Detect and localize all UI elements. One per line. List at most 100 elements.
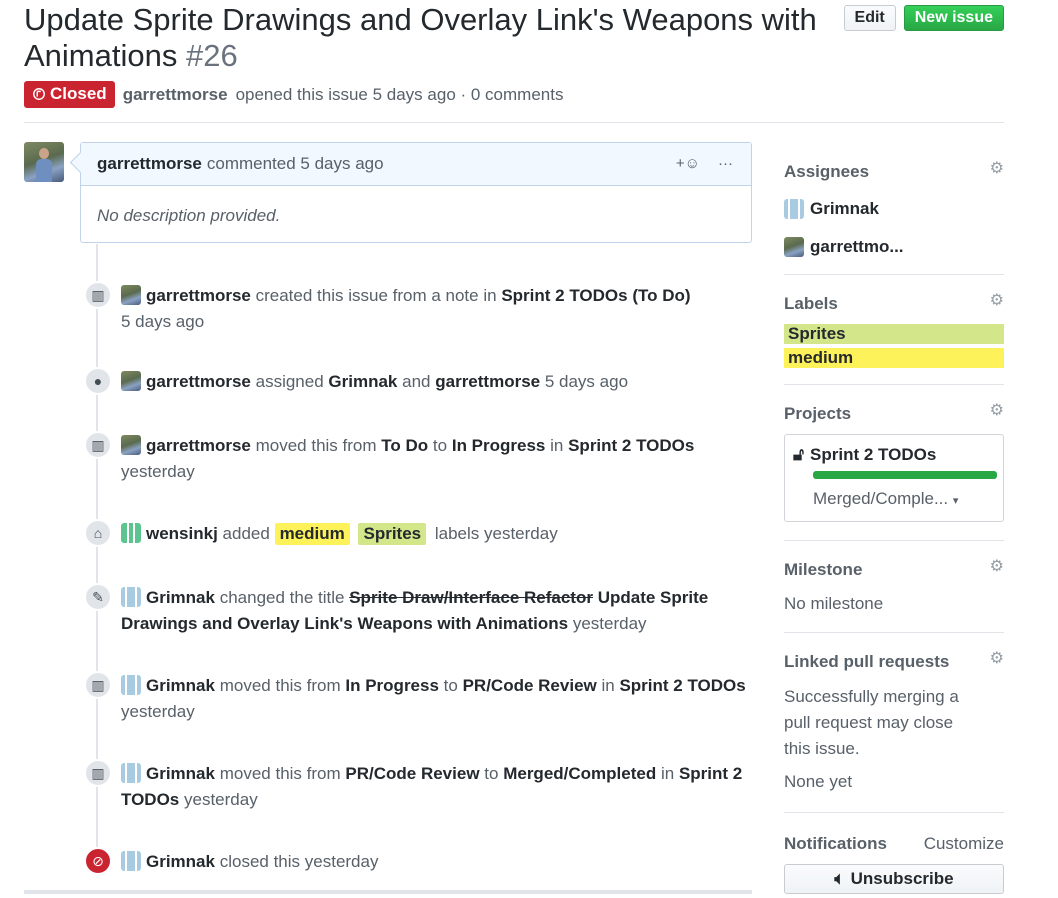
new-issue-button[interactable]: New issue [903,5,1004,31]
event-user-link[interactable]: wensinkj [146,524,218,543]
issue-comment: garrettmorse commented 5 days ago +☺ ···… [80,142,752,243]
comment-author-link[interactable]: garrettmorse [97,154,202,174]
header-divider [24,122,1004,123]
assignee-link[interactable]: garrettmorse [435,372,540,391]
assignee-link[interactable]: Grimnak [328,372,397,391]
milestone-section: Milestone ⚙ No milestone [784,558,1004,614]
avatar[interactable] [121,675,141,695]
event-text: in [601,676,615,695]
event-time[interactable]: yesterday [573,614,647,633]
event-text: in [550,436,564,455]
avatar[interactable] [121,763,141,783]
assignees-heading: Assignees [784,162,870,181]
assignee-item[interactable]: Grimnak [784,198,1004,220]
lock-icon: 🔓︎ [793,445,805,464]
edit-button[interactable]: Edit [843,5,896,31]
avatar[interactable] [121,285,141,305]
project-link[interactable]: Sprint 2 TODOs [619,676,745,695]
notifications-heading: Notifications [784,834,887,853]
project-icon: ▥ [84,671,112,699]
linked-prs-heading: Linked pull requests [784,652,950,671]
avatar[interactable] [121,435,141,455]
project-column-select[interactable]: Merged/Comple... ▾ [813,489,995,509]
event-text: assigned [255,372,324,391]
event-time[interactable]: 5 days ago [121,312,204,331]
column-name: (To Do) [632,286,691,305]
assignees-section: Assignees ⚙ Grimnak garrettmo... [784,160,1004,258]
avatar[interactable] [121,523,141,543]
issue-meta: Closed garrettmorse opened this issue 5 … [24,81,563,108]
event-user-link[interactable]: garrettmorse [146,286,251,305]
sidebar-divider [784,812,1004,813]
notifications-section: Notifications Customize [784,834,1004,856]
assignee-name[interactable]: Grimnak [810,199,879,219]
event-text: and [402,372,431,391]
event-text: labels yesterday [434,524,558,543]
event-user-link[interactable]: Grimnak [146,852,215,871]
linked-prs-section: Linked pull requests ⚙ Successfully mergi… [784,650,1004,792]
event-text: in [660,764,675,783]
issue-title-text: Update Sprite Drawings and Overlay Link'… [24,2,817,73]
project-link[interactable]: Sprint 2 TODOs [568,436,694,455]
label-medium[interactable]: medium [784,348,1004,368]
event-text: to [432,436,448,455]
labels-heading: Labels [784,294,838,313]
issue-author-link[interactable]: garrettmorse [123,85,228,105]
column-name: PR/Code Review [345,764,480,783]
gear-icon[interactable]: ⚙ [990,290,1004,310]
avatar[interactable] [24,142,64,182]
project-icon: ▥ [84,431,112,459]
event-user-link[interactable]: Grimnak [146,764,215,783]
circle-slash-icon: ⊘ [84,847,112,875]
event-time[interactable]: 5 days ago [545,372,628,391]
sidebar-divider [784,384,1004,385]
milestone-value: No milestone [784,594,884,613]
customize-link[interactable]: Customize [924,834,1004,854]
status-badge: Closed [24,81,115,108]
event-time[interactable]: yesterday [121,462,195,481]
event-text: closed this yesterday [219,852,379,871]
more-options-icon[interactable]: ··· [718,155,733,172]
assignee-item[interactable]: garrettmo... [784,236,1004,258]
unsubscribe-button[interactable]: 🔈︎ Unsubscribe [784,864,1004,894]
issue-title: Update Sprite Drawings and Overlay Link'… [24,0,824,74]
event-time[interactable]: yesterday [184,790,258,809]
event-user-link[interactable]: Grimnak [146,588,215,607]
avatar [784,237,804,257]
issue-closed-icon [33,88,45,100]
event-user-link[interactable]: Grimnak [146,676,215,695]
column-name: Merged/Completed [503,764,657,783]
linked-prs-help: Successfully merging a pull request may … [784,687,959,758]
tag-icon: ⌂ [84,519,112,547]
issue-number: #26 [185,38,238,73]
event-time[interactable]: yesterday [121,702,195,721]
avatar[interactable] [121,851,141,871]
add-reaction-icon[interactable]: +☺ [676,155,700,172]
event-user-link[interactable]: garrettmorse [146,372,251,391]
label-medium[interactable]: medium [274,523,350,545]
gear-icon[interactable]: ⚙ [990,400,1004,420]
project-icon: ▥ [84,281,112,309]
gear-icon[interactable]: ⚙ [990,158,1004,178]
label-sprites[interactable]: Sprites [784,324,1004,344]
project-link[interactable]: Sprint 2 TODOs [810,445,936,465]
avatar [784,199,804,219]
linked-prs-value: None yet [784,772,853,791]
project-link[interactable]: Sprint 2 TODOs [501,286,627,305]
label-sprites[interactable]: Sprites [358,523,427,545]
event-text: added [222,524,270,543]
comment-timestamp[interactable]: commented 5 days ago [207,154,384,174]
sidebar-divider [784,540,1004,541]
gear-icon[interactable]: ⚙ [990,556,1004,576]
assignee-name[interactable]: garrettmo... [810,237,904,257]
avatar[interactable] [121,371,141,391]
timeline-end-bar [24,890,752,894]
event-text: moved this from [219,764,341,783]
sidebar-divider [784,632,1004,633]
column-name: In Progress [345,676,439,695]
gear-icon[interactable]: ⚙ [990,648,1004,668]
event-user-link[interactable]: garrettmorse [146,436,251,455]
unsubscribe-label: Unsubscribe [850,869,954,888]
avatar[interactable] [121,587,141,607]
old-title: Sprite Draw/Interface Refactor [349,588,593,607]
